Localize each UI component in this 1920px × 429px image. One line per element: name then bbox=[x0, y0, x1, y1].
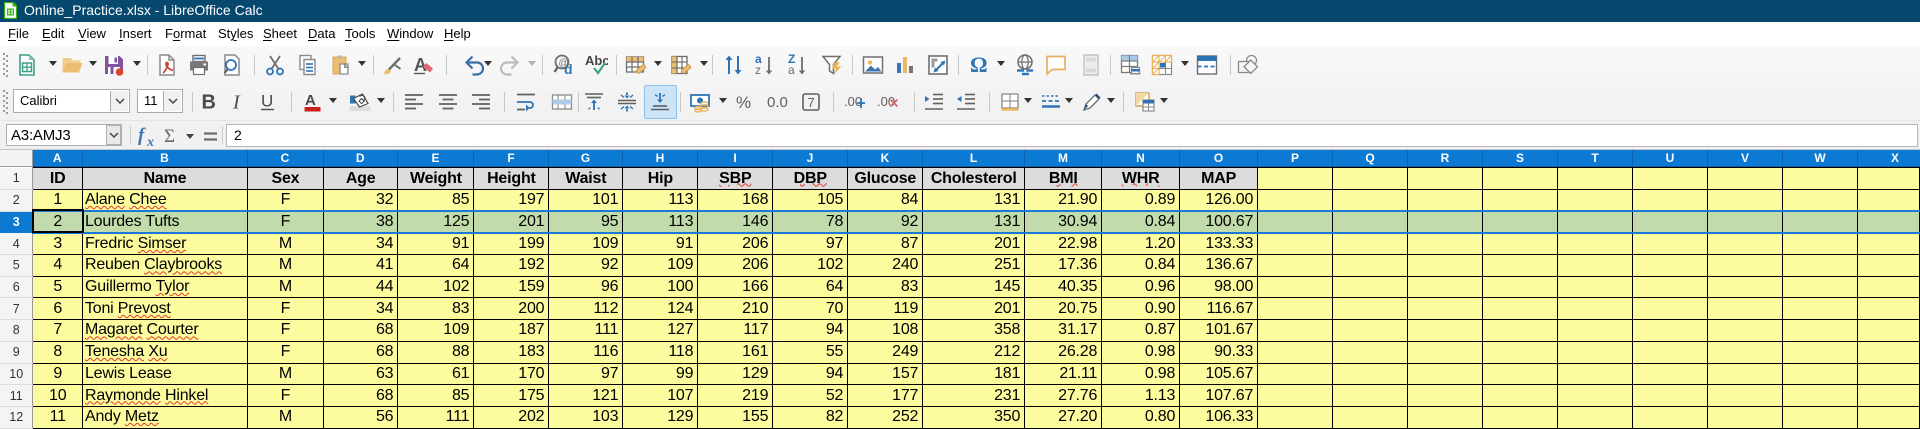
svg-text:Ω: Ω bbox=[970, 53, 988, 77]
svg-text:7: 7 bbox=[808, 95, 815, 110]
svg-text:.00: .00 bbox=[844, 94, 862, 109]
svg-text:a: a bbox=[788, 63, 795, 77]
svg-text:U: U bbox=[261, 92, 273, 111]
svg-text:I: I bbox=[232, 92, 241, 114]
svg-text:d: d bbox=[564, 61, 573, 77]
svg-text:Σ: Σ bbox=[164, 126, 175, 146]
svg-text:%: % bbox=[736, 93, 751, 112]
svg-text:0.0: 0.0 bbox=[767, 94, 788, 111]
svg-text:x: x bbox=[146, 135, 154, 147]
svg-text:A: A bbox=[305, 92, 316, 109]
svg-text:f: f bbox=[138, 125, 146, 146]
svg-text:B: B bbox=[202, 92, 216, 114]
svg-text:Abc: Abc bbox=[585, 53, 608, 68]
svg-text:z: z bbox=[755, 63, 761, 77]
